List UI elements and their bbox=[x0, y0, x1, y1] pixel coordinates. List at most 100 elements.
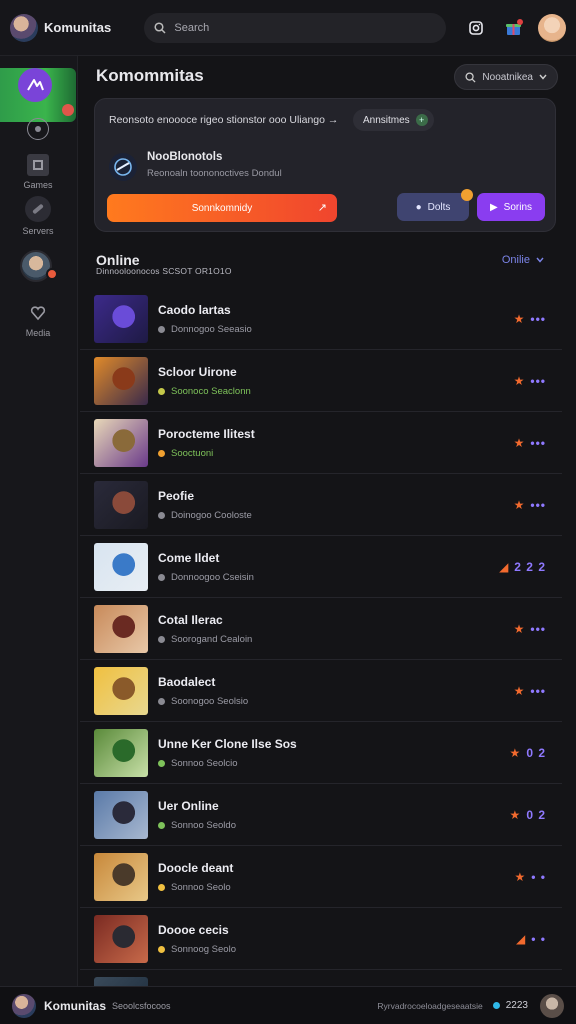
favorite-icon[interactable]: ◢ bbox=[516, 932, 525, 946]
more-options-icon[interactable]: ••• bbox=[530, 312, 546, 326]
top-bar: Komunitas bbox=[0, 0, 576, 56]
join-button[interactable]: ▶ Sorins bbox=[477, 193, 545, 221]
list-item[interactable]: Baodalect Soonogoo Seolsio ★ ••• bbox=[80, 660, 562, 722]
chevron-down-icon bbox=[539, 74, 547, 80]
favorite-icon[interactable]: ★ bbox=[514, 498, 525, 512]
rail-item-explore[interactable] bbox=[0, 118, 76, 140]
rail-item-games[interactable]: Games bbox=[0, 154, 76, 190]
search-input[interactable] bbox=[174, 21, 435, 34]
user-avatar[interactable] bbox=[538, 13, 566, 42]
chevron-down-icon bbox=[536, 257, 544, 263]
row-info: Peofie Doinogoo Cooloste bbox=[158, 489, 562, 521]
app-avatar[interactable] bbox=[10, 13, 38, 42]
status-dot bbox=[158, 883, 165, 891]
app-brand[interactable]: Komunitas bbox=[44, 20, 132, 35]
more-options-icon[interactable]: ••• bbox=[530, 684, 546, 698]
rail-item-label: Servers bbox=[22, 226, 54, 236]
row-actions: ★ • • bbox=[514, 870, 546, 884]
footer-user-avatar[interactable] bbox=[540, 993, 564, 1018]
game-thumbnail bbox=[94, 666, 148, 715]
card-description: Reonsoto enoooce rigeo stionstor ooo Uli… bbox=[109, 114, 339, 126]
status-text: Doinogoo Cooloste bbox=[171, 509, 252, 521]
favorite-icon[interactable]: ★ bbox=[514, 622, 525, 636]
card-chip[interactable]: Annsitmes + bbox=[353, 109, 434, 131]
list-item[interactable]: Peofie Doinogoo Cooloste ★ ••• bbox=[80, 474, 562, 536]
list-item[interactable]: Come Ildet Donnoogoo Cseisin ◢ 2 2 2 bbox=[80, 536, 562, 598]
game-thumbnail bbox=[94, 480, 148, 529]
row-status: Donnogoo Seeasio bbox=[158, 324, 562, 335]
list-item[interactable]: Cotal Ilerac Soorogand Cealoin ★ ••• bbox=[80, 598, 562, 660]
list-item[interactable]: Scloor Uirone Soonoco Seaclonn ★ ••• bbox=[80, 350, 562, 412]
join-community-button[interactable]: Sonnkomnidy ↗ bbox=[107, 194, 337, 222]
more-options-icon[interactable]: ••• bbox=[530, 622, 546, 636]
favorite-icon[interactable]: ◢ bbox=[499, 560, 508, 574]
more-options-icon[interactable]: • • bbox=[531, 932, 546, 946]
search-bar[interactable] bbox=[144, 12, 447, 43]
app-avatar[interactable] bbox=[12, 993, 36, 1018]
footer-brand[interactable]: Komunitas bbox=[44, 999, 106, 1013]
status-text: Sonnoog Seolo bbox=[171, 943, 236, 955]
game-thumbnail bbox=[94, 294, 148, 343]
status-text: Donnogoo Seeasio bbox=[171, 323, 252, 335]
more-options-icon[interactable]: 0 2 bbox=[526, 746, 546, 760]
favorite-icon[interactable]: ★ bbox=[510, 746, 521, 760]
more-options-icon[interactable]: • • bbox=[531, 870, 546, 884]
row-name: Caodo lartas bbox=[158, 302, 231, 317]
notification-dot bbox=[62, 104, 74, 116]
row-name: Scloor Uirone bbox=[158, 364, 237, 379]
join-label: Sorins bbox=[503, 201, 533, 213]
game-thumbnail bbox=[94, 356, 148, 405]
more-options-icon[interactable]: 2 2 2 bbox=[514, 560, 546, 574]
favorite-icon[interactable]: ★ bbox=[514, 684, 525, 698]
status-text: Soonoco Seaclonn bbox=[171, 385, 251, 397]
camera-button[interactable] bbox=[464, 15, 488, 41]
list-item[interactable]: Uer Online Sonnoo Seoldo ★ 0 2 bbox=[80, 784, 562, 846]
more-options-icon[interactable]: ••• bbox=[530, 436, 546, 450]
home-button[interactable] bbox=[18, 68, 52, 102]
list-item[interactable]: Unne Ker Clone Ilse Sos Sonnoo Seolcio ★ 0 … bbox=[80, 722, 562, 784]
row-actions: ◢ 2 2 2 bbox=[499, 560, 546, 574]
section-filter-dropdown[interactable]: Onilie bbox=[502, 254, 544, 266]
status-dot bbox=[158, 697, 165, 705]
row-status: Doinogoo Cooloste bbox=[158, 510, 562, 521]
list-item[interactable]: Porocteme Ilitest Sooctuoni ★ ••• bbox=[80, 412, 562, 474]
game-thumbnail bbox=[94, 852, 148, 901]
favorite-icon[interactable]: ★ bbox=[510, 808, 521, 822]
list-item[interactable]: Doocle deant Sonnoo Seolo ★ • • bbox=[80, 846, 562, 908]
game-thumbnail bbox=[94, 728, 148, 777]
status-dot bbox=[158, 387, 165, 395]
more-options-icon[interactable]: ••• bbox=[530, 498, 546, 512]
list-item[interactable]: Doooe cecis Sonnoog Seolo ◢ • • bbox=[80, 908, 562, 970]
community-logo-icon bbox=[27, 79, 44, 91]
row-name: Doocle deant bbox=[158, 860, 234, 875]
footer-status: Ryrvadrocoeloadgeseaatsie bbox=[377, 1000, 483, 1011]
row-actions: ◢ • • bbox=[516, 932, 546, 946]
row-info: Baodalect Soonogoo Seolsio bbox=[158, 675, 562, 707]
gift-button[interactable] bbox=[502, 15, 526, 41]
row-name: Baodalect bbox=[158, 674, 216, 689]
row-info: Cotal Ilerac Soorogand Cealoin bbox=[158, 613, 562, 645]
row-name: Uer Online bbox=[158, 798, 219, 813]
more-options-icon[interactable]: ••• bbox=[530, 374, 546, 388]
row-actions: ★ ••• bbox=[514, 436, 546, 450]
status-text: Soonogoo Seolsio bbox=[171, 695, 249, 707]
favorite-icon[interactable]: ★ bbox=[514, 374, 525, 388]
favorite-icon[interactable]: ★ bbox=[514, 312, 525, 326]
details-button[interactable]: ● Dolts bbox=[397, 189, 473, 221]
camera-icon bbox=[469, 20, 483, 35]
status-dot bbox=[158, 945, 165, 953]
rail-item-servers[interactable]: Servers bbox=[0, 196, 76, 236]
rail-item-media[interactable]: Media bbox=[0, 302, 76, 338]
status-text: Sonnoo Seoldo bbox=[171, 819, 236, 831]
list-item[interactable]: Caodo lartas Donnogoo Seeasio ★ ••• bbox=[80, 288, 562, 350]
status-dot bbox=[158, 635, 165, 643]
favorite-icon[interactable]: ★ bbox=[514, 870, 525, 884]
game-thumbnail bbox=[94, 542, 148, 591]
more-options-icon[interactable]: 0 2 bbox=[526, 808, 546, 822]
grid-icon bbox=[27, 154, 49, 176]
filter-dropdown[interactable]: Nooatnikea bbox=[454, 64, 558, 90]
favorite-icon[interactable]: ★ bbox=[514, 436, 525, 450]
add-icon: + bbox=[415, 114, 428, 126]
details-label: Dolts bbox=[427, 201, 451, 213]
status-text: Soorogand Cealoin bbox=[171, 633, 253, 645]
